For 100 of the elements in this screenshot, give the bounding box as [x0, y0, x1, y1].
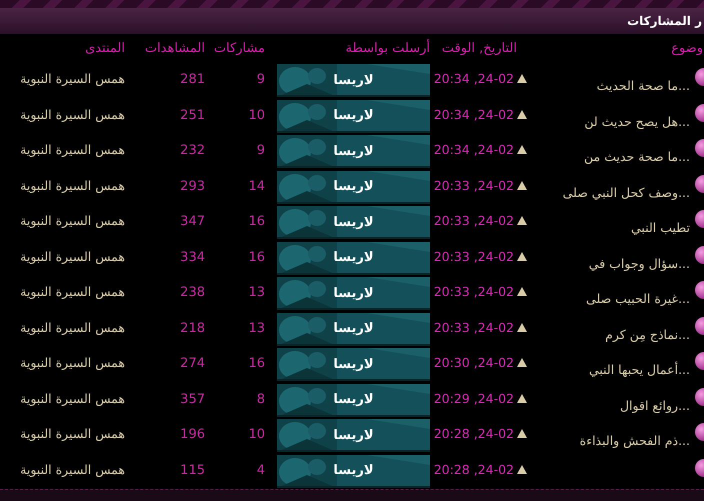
username[interactable]: لاريسا	[333, 248, 374, 268]
forum-name[interactable]: همس السيرة النبوية	[20, 390, 125, 408]
topic-link[interactable]: هل يصح حديث لن...	[584, 112, 690, 132]
view-count: 293	[180, 178, 205, 196]
forum-name[interactable]: همس السيرة النبوية	[20, 212, 125, 231]
topic-link[interactable]: ما صحة حديث من...	[584, 148, 690, 167]
section-title: ر المشاركات	[627, 13, 702, 30]
post-count: 16	[248, 248, 265, 266]
column-header: المشاهدات	[144, 40, 205, 58]
topic-link[interactable]: أعمال يحبها النبي...	[588, 361, 690, 380]
forum-name[interactable]: همس السيرة النبوية	[20, 70, 125, 89]
triangle-icon[interactable]	[517, 252, 527, 260]
triangle-icon[interactable]	[517, 322, 527, 332]
bullet-icon	[694, 281, 704, 299]
post-date: 24-02, 20:33	[434, 283, 514, 301]
post-date: 24-02, 20:34	[434, 106, 514, 124]
post-date: 24-02, 20:28	[434, 425, 514, 443]
user-banner[interactable]: لاريسا	[277, 419, 430, 452]
topic-link[interactable]: غيرة الحبيب صلى...	[586, 290, 690, 309]
topic-link[interactable]: نماذج مِن كرم...	[605, 326, 690, 344]
topic-link[interactable]: سؤال وجواب في...	[588, 254, 690, 274]
triangle-icon[interactable]	[517, 429, 527, 438]
username[interactable]: لاريسا	[333, 319, 374, 339]
column-header: التاريخ, الوقت	[442, 40, 517, 58]
post-count: 13	[248, 320, 265, 338]
user-banner[interactable]: لاريسا	[277, 170, 430, 204]
username[interactable]: لاريسا	[333, 212, 374, 232]
bullet-icon	[694, 352, 704, 370]
post-date: 24-02, 20:30	[434, 354, 514, 372]
post-date: 24-02, 20:28	[434, 460, 514, 478]
view-count: 274	[180, 355, 205, 373]
forum-name[interactable]: همس السيرة النبوية	[20, 248, 125, 266]
triangle-icon[interactable]	[517, 110, 527, 118]
username[interactable]: لاريسا	[333, 142, 374, 162]
post-count: 9	[256, 71, 265, 89]
username[interactable]: لاريسا	[333, 106, 374, 126]
username[interactable]: لاريسا	[333, 461, 374, 481]
triangle-icon[interactable]	[517, 180, 527, 190]
column-header: المنتدى	[85, 40, 125, 58]
user-banner[interactable]: لاريسا	[277, 277, 430, 310]
username[interactable]: لاريسا	[333, 426, 374, 446]
topic-link[interactable]: روائع اقوال...	[620, 396, 690, 416]
triangle-icon[interactable]	[517, 464, 527, 474]
post-count: 16	[248, 213, 265, 231]
view-count: 357	[180, 390, 205, 408]
post-count: 14	[248, 178, 265, 196]
forum-name[interactable]: همس السيرة النبوية	[20, 460, 125, 480]
topic-link[interactable]: وصف كحل النبي صلى...	[562, 184, 690, 202]
forum-name[interactable]: همس السيرة النبوية	[20, 283, 125, 302]
post-count: 10	[248, 106, 265, 124]
column-header: أرسلت بواسطة	[346, 39, 430, 58]
bullet-icon	[694, 68, 704, 86]
username[interactable]: لاريسا	[333, 177, 374, 197]
triangle-icon[interactable]	[517, 216, 527, 225]
post-date: 24-02, 20:33	[434, 318, 514, 336]
user-banner[interactable]: لاريسا	[277, 206, 430, 239]
forum-name[interactable]: همس السيرة النبوية	[20, 318, 125, 338]
username[interactable]: لاريسا	[333, 284, 374, 304]
triangle-icon[interactable]	[517, 145, 527, 154]
forum-name[interactable]: همس السيرة النبوية	[20, 141, 125, 160]
triangle-icon[interactable]	[517, 394, 527, 402]
column-header: وضوع	[671, 40, 703, 58]
forum-name[interactable]: همس السيرة النبوية	[20, 106, 125, 124]
forum-name[interactable]: همس السيرة النبوية	[20, 354, 125, 373]
post-date: 24-02, 20:29	[434, 390, 514, 408]
user-banner[interactable]: لاريسا	[277, 348, 430, 381]
topic-link[interactable]: تطيب النبي	[631, 219, 690, 238]
triangle-icon[interactable]	[517, 358, 527, 367]
column-header: مشاركات	[214, 40, 265, 58]
user-banner[interactable]: لاريسا	[277, 135, 430, 168]
user-banner[interactable]: لاريسا	[277, 64, 430, 97]
bullet-icon	[694, 316, 704, 334]
forum-name[interactable]: همس السيرة النبوية	[20, 176, 125, 196]
view-count: 334	[180, 248, 205, 266]
post-count: 9	[256, 142, 265, 160]
view-count: 238	[180, 284, 205, 302]
forum-name[interactable]: همس السيرة النبوية	[20, 425, 125, 444]
view-count: 196	[180, 426, 205, 444]
view-count: 218	[180, 320, 205, 338]
post-count: 16	[248, 355, 265, 373]
user-banner[interactable]: لاريسا	[277, 454, 430, 488]
topic-link[interactable]: ما صحة الحديث...	[596, 77, 690, 96]
user-banner[interactable]: لاريسا	[277, 312, 430, 346]
view-count: 115	[180, 462, 205, 480]
topic-link[interactable]: ذم الفحش والبذاءة...	[580, 432, 690, 451]
user-banner[interactable]: لاريسا	[277, 384, 430, 416]
user-banner[interactable]: لاريسا	[277, 100, 430, 132]
user-banner[interactable]: لاريسا	[277, 242, 430, 274]
username[interactable]: لاريسا	[333, 70, 374, 90]
post-date: 24-02, 20:33	[434, 248, 514, 266]
post-date: 24-02, 20:33	[434, 212, 514, 230]
post-count: 8	[256, 390, 265, 408]
triangle-icon[interactable]	[517, 74, 527, 83]
bullet-icon	[694, 246, 704, 264]
username[interactable]: لاريسا	[333, 390, 374, 410]
bullet-icon	[694, 210, 704, 228]
username[interactable]: لاريسا	[333, 354, 374, 374]
bullet-icon	[694, 174, 704, 192]
bullet-icon	[694, 388, 704, 406]
triangle-icon[interactable]	[517, 287, 527, 296]
